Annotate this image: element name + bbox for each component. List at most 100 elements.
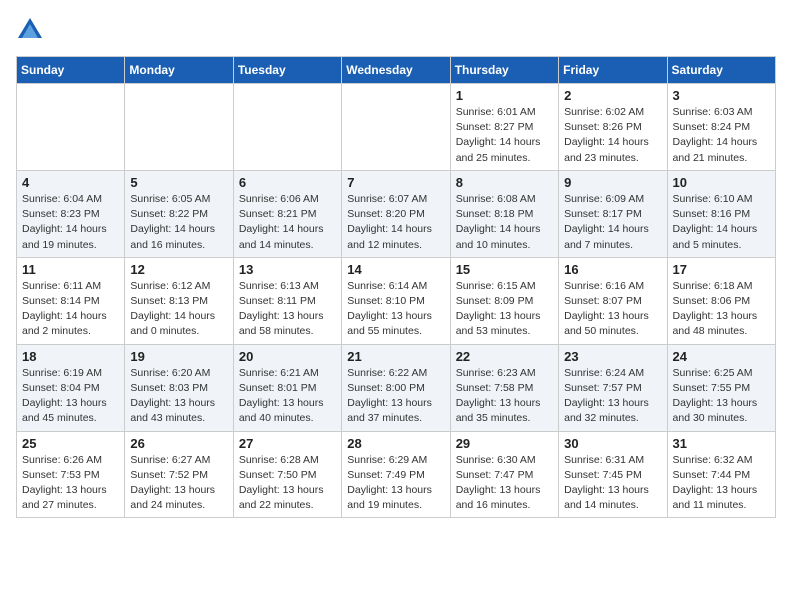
day-number: 17 <box>673 262 770 277</box>
weekday-header-saturday: Saturday <box>667 57 775 84</box>
calendar-cell: 25 Sunrise: 6:26 AM Sunset: 7:53 PM Dayli… <box>17 431 125 518</box>
calendar-week-row: 25 Sunrise: 6:26 AM Sunset: 7:53 PM Dayli… <box>17 431 776 518</box>
calendar-cell: 1 Sunrise: 6:01 AM Sunset: 8:27 PM Daylig… <box>450 84 558 171</box>
calendar-cell: 28 Sunrise: 6:29 AM Sunset: 7:49 PM Dayli… <box>342 431 450 518</box>
calendar-table: SundayMondayTuesdayWednesdayThursdayFrid… <box>16 56 776 518</box>
day-number: 19 <box>130 349 227 364</box>
calendar-week-row: 4Sunrise: 6:04 AM Sunset: 8:23 PM Daylig… <box>17 170 776 257</box>
calendar-cell: 21 Sunrise: 6:22 AM Sunset: 8:00 PM Dayli… <box>342 344 450 431</box>
day-info: Sunrise: 6:21 AM Sunset: 8:01 PM Dayligh… <box>239 366 336 427</box>
calendar-cell: 17 Sunrise: 6:18 AM Sunset: 8:06 PM Dayli… <box>667 257 775 344</box>
day-number: 13 <box>239 262 336 277</box>
day-number: 1 <box>456 88 553 103</box>
day-info: Sunrise: 6:09 AM Sunset: 8:17 PM Dayligh… <box>564 192 661 253</box>
logo-icon <box>16 16 44 44</box>
day-number: 6 <box>239 175 336 190</box>
calendar-cell: 3 Sunrise: 6:03 AM Sunset: 8:24 PM Daylig… <box>667 84 775 171</box>
day-info: Sunrise: 6:32 AM Sunset: 7:44 PM Dayligh… <box>673 453 770 514</box>
day-info: Sunrise: 6:08 AM Sunset: 8:18 PM Dayligh… <box>456 192 553 253</box>
calendar-cell: 14Sunrise: 6:14 AM Sunset: 8:10 PM Dayli… <box>342 257 450 344</box>
calendar-cell: 27 Sunrise: 6:28 AM Sunset: 7:50 PM Dayli… <box>233 431 341 518</box>
day-info: Sunrise: 6:19 AM Sunset: 8:04 PM Dayligh… <box>22 366 119 427</box>
day-number: 8 <box>456 175 553 190</box>
day-number: 30 <box>564 436 661 451</box>
calendar-cell: 26Sunrise: 6:27 AM Sunset: 7:52 PM Dayli… <box>125 431 233 518</box>
weekday-header-tuesday: Tuesday <box>233 57 341 84</box>
calendar-cell: 11Sunrise: 6:11 AM Sunset: 8:14 PM Dayli… <box>17 257 125 344</box>
calendar-cell: 30 Sunrise: 6:31 AM Sunset: 7:45 PM Dayli… <box>559 431 667 518</box>
day-number: 29 <box>456 436 553 451</box>
calendar-cell: 8 Sunrise: 6:08 AM Sunset: 8:18 PM Daylig… <box>450 170 558 257</box>
logo <box>16 16 48 44</box>
day-number: 7 <box>347 175 444 190</box>
day-number: 12 <box>130 262 227 277</box>
day-number: 5 <box>130 175 227 190</box>
calendar-cell: 19 Sunrise: 6:20 AM Sunset: 8:03 PM Dayli… <box>125 344 233 431</box>
calendar-cell: 18 Sunrise: 6:19 AM Sunset: 8:04 PM Dayli… <box>17 344 125 431</box>
day-number: 24 <box>673 349 770 364</box>
weekday-header-monday: Monday <box>125 57 233 84</box>
day-number: 4 <box>22 175 119 190</box>
day-info: Sunrise: 6:23 AM Sunset: 7:58 PM Dayligh… <box>456 366 553 427</box>
day-number: 20 <box>239 349 336 364</box>
calendar-cell: 22Sunrise: 6:23 AM Sunset: 7:58 PM Dayli… <box>450 344 558 431</box>
day-info: Sunrise: 6:18 AM Sunset: 8:06 PM Dayligh… <box>673 279 770 340</box>
calendar-cell: 20 Sunrise: 6:21 AM Sunset: 8:01 PM Dayli… <box>233 344 341 431</box>
day-number: 28 <box>347 436 444 451</box>
day-number: 3 <box>673 88 770 103</box>
calendar-cell: 9 Sunrise: 6:09 AM Sunset: 8:17 PM Daylig… <box>559 170 667 257</box>
day-number: 21 <box>347 349 444 364</box>
page-header <box>16 16 776 44</box>
day-number: 10 <box>673 175 770 190</box>
calendar-cell: 6 Sunrise: 6:06 AM Sunset: 8:21 PM Daylig… <box>233 170 341 257</box>
day-number: 23 <box>564 349 661 364</box>
calendar-week-row: 11Sunrise: 6:11 AM Sunset: 8:14 PM Dayli… <box>17 257 776 344</box>
calendar-cell: 2Sunrise: 6:02 AM Sunset: 8:26 PM Daylig… <box>559 84 667 171</box>
calendar-cell <box>342 84 450 171</box>
calendar-cell: 10Sunrise: 6:10 AM Sunset: 8:16 PM Dayli… <box>667 170 775 257</box>
weekday-header-row: SundayMondayTuesdayWednesdayThursdayFrid… <box>17 57 776 84</box>
day-number: 2 <box>564 88 661 103</box>
day-info: Sunrise: 6:14 AM Sunset: 8:10 PM Dayligh… <box>347 279 444 340</box>
day-info: Sunrise: 6:05 AM Sunset: 8:22 PM Dayligh… <box>130 192 227 253</box>
weekday-header-sunday: Sunday <box>17 57 125 84</box>
day-info: Sunrise: 6:06 AM Sunset: 8:21 PM Dayligh… <box>239 192 336 253</box>
day-number: 15 <box>456 262 553 277</box>
day-info: Sunrise: 6:03 AM Sunset: 8:24 PM Dayligh… <box>673 105 770 166</box>
day-number: 25 <box>22 436 119 451</box>
day-info: Sunrise: 6:25 AM Sunset: 7:55 PM Dayligh… <box>673 366 770 427</box>
day-info: Sunrise: 6:24 AM Sunset: 7:57 PM Dayligh… <box>564 366 661 427</box>
day-number: 9 <box>564 175 661 190</box>
day-info: Sunrise: 6:20 AM Sunset: 8:03 PM Dayligh… <box>130 366 227 427</box>
day-info: Sunrise: 6:13 AM Sunset: 8:11 PM Dayligh… <box>239 279 336 340</box>
weekday-header-thursday: Thursday <box>450 57 558 84</box>
day-info: Sunrise: 6:12 AM Sunset: 8:13 PM Dayligh… <box>130 279 227 340</box>
day-number: 27 <box>239 436 336 451</box>
day-info: Sunrise: 6:29 AM Sunset: 7:49 PM Dayligh… <box>347 453 444 514</box>
day-number: 31 <box>673 436 770 451</box>
calendar-cell: 5 Sunrise: 6:05 AM Sunset: 8:22 PM Daylig… <box>125 170 233 257</box>
day-info: Sunrise: 6:28 AM Sunset: 7:50 PM Dayligh… <box>239 453 336 514</box>
day-info: Sunrise: 6:16 AM Sunset: 8:07 PM Dayligh… <box>564 279 661 340</box>
calendar-cell: 15 Sunrise: 6:15 AM Sunset: 8:09 PM Dayli… <box>450 257 558 344</box>
day-info: Sunrise: 6:15 AM Sunset: 8:09 PM Dayligh… <box>456 279 553 340</box>
day-info: Sunrise: 6:22 AM Sunset: 8:00 PM Dayligh… <box>347 366 444 427</box>
calendar-cell <box>125 84 233 171</box>
calendar-week-row: 1 Sunrise: 6:01 AM Sunset: 8:27 PM Daylig… <box>17 84 776 171</box>
calendar-cell <box>17 84 125 171</box>
calendar-cell: 7 Sunrise: 6:07 AM Sunset: 8:20 PM Daylig… <box>342 170 450 257</box>
day-number: 18 <box>22 349 119 364</box>
day-info: Sunrise: 6:01 AM Sunset: 8:27 PM Dayligh… <box>456 105 553 166</box>
day-info: Sunrise: 6:30 AM Sunset: 7:47 PM Dayligh… <box>456 453 553 514</box>
calendar-cell <box>233 84 341 171</box>
calendar-week-row: 18 Sunrise: 6:19 AM Sunset: 8:04 PM Dayli… <box>17 344 776 431</box>
day-info: Sunrise: 6:31 AM Sunset: 7:45 PM Dayligh… <box>564 453 661 514</box>
calendar-cell: 23 Sunrise: 6:24 AM Sunset: 7:57 PM Dayli… <box>559 344 667 431</box>
day-info: Sunrise: 6:07 AM Sunset: 8:20 PM Dayligh… <box>347 192 444 253</box>
day-info: Sunrise: 6:11 AM Sunset: 8:14 PM Dayligh… <box>22 279 119 340</box>
calendar-cell: 13 Sunrise: 6:13 AM Sunset: 8:11 PM Dayli… <box>233 257 341 344</box>
calendar-cell: 4Sunrise: 6:04 AM Sunset: 8:23 PM Daylig… <box>17 170 125 257</box>
calendar-cell: 12 Sunrise: 6:12 AM Sunset: 8:13 PM Dayli… <box>125 257 233 344</box>
day-number: 26 <box>130 436 227 451</box>
day-info: Sunrise: 6:26 AM Sunset: 7:53 PM Dayligh… <box>22 453 119 514</box>
